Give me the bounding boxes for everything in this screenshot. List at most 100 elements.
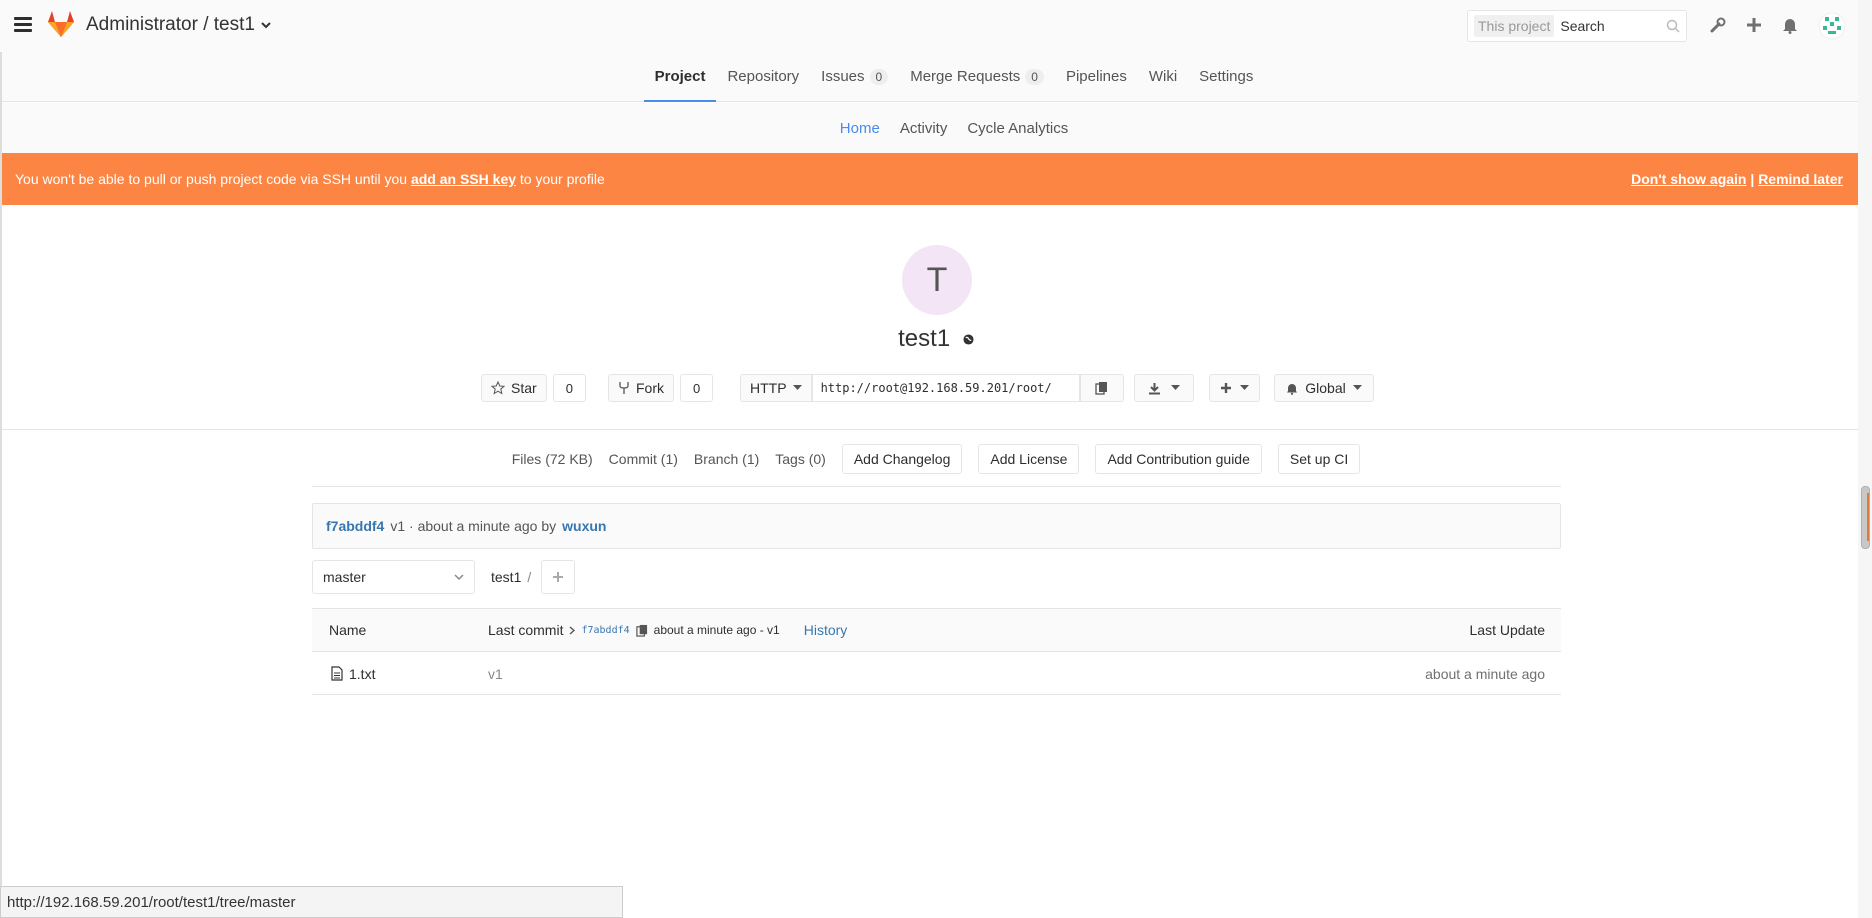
add-contribution-guide-button[interactable]: Add Contribution guide [1095, 444, 1262, 474]
caret-down-icon [792, 385, 802, 390]
add-changelog-button[interactable]: Add Changelog [841, 444, 963, 474]
download-icon [1149, 382, 1160, 394]
head-commit-meta: about a minute ago - v1 [653, 623, 780, 637]
fork-icon [619, 382, 629, 394]
col-last-commit: Last commit f7abddf4 about a minute ago … [488, 622, 848, 638]
tab-issues[interactable]: Issues 0 [810, 52, 899, 101]
chevron-down-icon [454, 574, 464, 581]
star-button[interactable]: Star [481, 374, 547, 402]
scrollbar-thumb[interactable] [1861, 486, 1870, 549]
sub-nav: Home Activity Cycle Analytics [0, 103, 1858, 153]
fork-group: Fork 0 [608, 374, 714, 404]
file-last-update: about a minute ago [1425, 665, 1545, 682]
clone-url-input[interactable]: http://root@192.168.59.201/root/ [811, 374, 1080, 402]
notification-dropdown[interactable]: Global [1274, 374, 1374, 402]
project-avatar: T [902, 245, 972, 315]
chevron-down-icon [261, 21, 271, 28]
star-count[interactable]: 0 [552, 374, 586, 402]
dont-show-again-link[interactable]: Don't show again [1631, 171, 1746, 187]
file-name-cell[interactable]: 1.txt [312, 666, 488, 682]
clipboard-icon[interactable] [635, 624, 648, 637]
caret-down-icon [1352, 385, 1362, 390]
notification-bell-icon[interactable] [1779, 14, 1801, 36]
search-input[interactable]: Search [1560, 18, 1666, 34]
subtab-cycle-analytics[interactable]: Cycle Analytics [967, 120, 1068, 137]
plus-icon[interactable] [1743, 14, 1765, 36]
tags-link[interactable]: Tags (0) [775, 451, 826, 467]
star-group: Star 0 [481, 374, 586, 404]
commit-author-link[interactable]: wuxun [562, 518, 606, 534]
commit-sha-link[interactable]: f7abddf4 [326, 518, 384, 534]
banner-actions: Don't show again | Remind later [1631, 171, 1843, 187]
browser-status-bar: http://192.168.59.201/root/test1/tree/ma… [0, 886, 623, 918]
admin-wrench-icon[interactable] [1707, 14, 1729, 36]
project-name: test1 [0, 325, 1872, 353]
section-divider [0, 429, 1858, 430]
head-commit-sha-link[interactable]: f7abddf4 [581, 625, 629, 636]
search-scope-badge[interactable]: This project [1474, 15, 1555, 37]
notification-group: Global [1274, 374, 1374, 404]
caret-down-icon [1240, 385, 1249, 390]
project-path: Administrator / test1 [86, 14, 255, 35]
add-file-button[interactable] [541, 560, 576, 594]
setup-ci-button[interactable]: Set up CI [1277, 444, 1361, 474]
commit-message: v1 · about a minute ago by [390, 518, 557, 534]
subtab-home[interactable]: Home [840, 120, 880, 137]
plus-icon [1221, 383, 1231, 393]
new-item-group [1209, 374, 1260, 404]
tab-pipelines[interactable]: Pipelines [1055, 52, 1138, 101]
tab-repository[interactable]: Repository [716, 52, 810, 101]
public-globe-icon [963, 334, 974, 345]
search-icon [1666, 19, 1680, 33]
merge-requests-count-badge: 0 [1025, 68, 1044, 85]
scrollbar-track[interactable] [1858, 0, 1872, 918]
remind-later-link[interactable]: Remind later [1758, 171, 1843, 187]
fork-count[interactable]: 0 [680, 374, 714, 402]
search-box[interactable]: This project Search [1467, 10, 1687, 42]
fork-button[interactable]: Fork [608, 374, 674, 402]
bell-icon [1287, 383, 1298, 395]
user-avatar[interactable] [1818, 12, 1846, 40]
issues-count-badge: 0 [869, 68, 889, 85]
tab-merge-requests[interactable]: Merge Requests 0 [899, 52, 1055, 101]
gitlab-logo[interactable] [46, 10, 76, 38]
hamburger-menu-icon[interactable] [14, 17, 32, 33]
add-license-button[interactable]: Add License [978, 444, 1080, 474]
breadcrumb-root[interactable]: test1 [491, 569, 521, 585]
clipboard-icon [1095, 382, 1108, 395]
new-item-dropdown[interactable] [1209, 374, 1260, 402]
breadcrumb-separator: / [527, 569, 532, 585]
copy-url-button[interactable] [1079, 374, 1124, 402]
col-name: Name [329, 622, 367, 638]
history-link[interactable]: History [804, 622, 848, 638]
page-title[interactable]: Administrator / test1 [86, 14, 271, 36]
subtab-activity[interactable]: Activity [900, 120, 948, 137]
top-header: Administrator / test1 This project Searc… [0, 0, 1858, 52]
add-ssh-key-link[interactable]: add an SSH key [411, 171, 516, 187]
protocol-dropdown[interactable]: HTTP [740, 374, 812, 402]
caret-down-icon [1171, 385, 1180, 390]
project-nav: Project Repository Issues 0 Merge Request… [0, 52, 1858, 102]
ssh-key-warning-banner: You won't be able to pull or push projec… [0, 153, 1858, 205]
download-group [1134, 374, 1194, 404]
branch-select[interactable]: master [312, 560, 475, 594]
download-dropdown[interactable] [1134, 374, 1194, 402]
clone-group: HTTP http://root@192.168.59.201/root/ [740, 374, 1124, 404]
commit-link[interactable]: Commit (1) [609, 451, 678, 467]
tree-table-header: Name Last commit f7abddf4 about a minute… [312, 608, 1561, 652]
col-last-update: Last Update [1469, 622, 1546, 638]
banner-text: You won't be able to pull or push projec… [15, 171, 605, 187]
tab-wiki[interactable]: Wiki [1138, 52, 1188, 101]
chevron-right-icon [570, 625, 576, 635]
files-link[interactable]: Files (72 KB) [512, 451, 593, 467]
file-commit-message[interactable]: v1 [488, 666, 503, 682]
file-icon [331, 666, 343, 681]
tab-settings[interactable]: Settings [1188, 52, 1264, 101]
tree-controls: master test1 / [312, 560, 1561, 594]
plus-icon [553, 572, 564, 582]
branch-link[interactable]: Branch (1) [694, 451, 759, 467]
tab-project[interactable]: Project [643, 52, 717, 102]
table-row[interactable]: 1.txt v1 about a minute ago [312, 653, 1561, 695]
breadcrumb: test1 / [491, 569, 531, 585]
stats-divider [312, 486, 1561, 487]
